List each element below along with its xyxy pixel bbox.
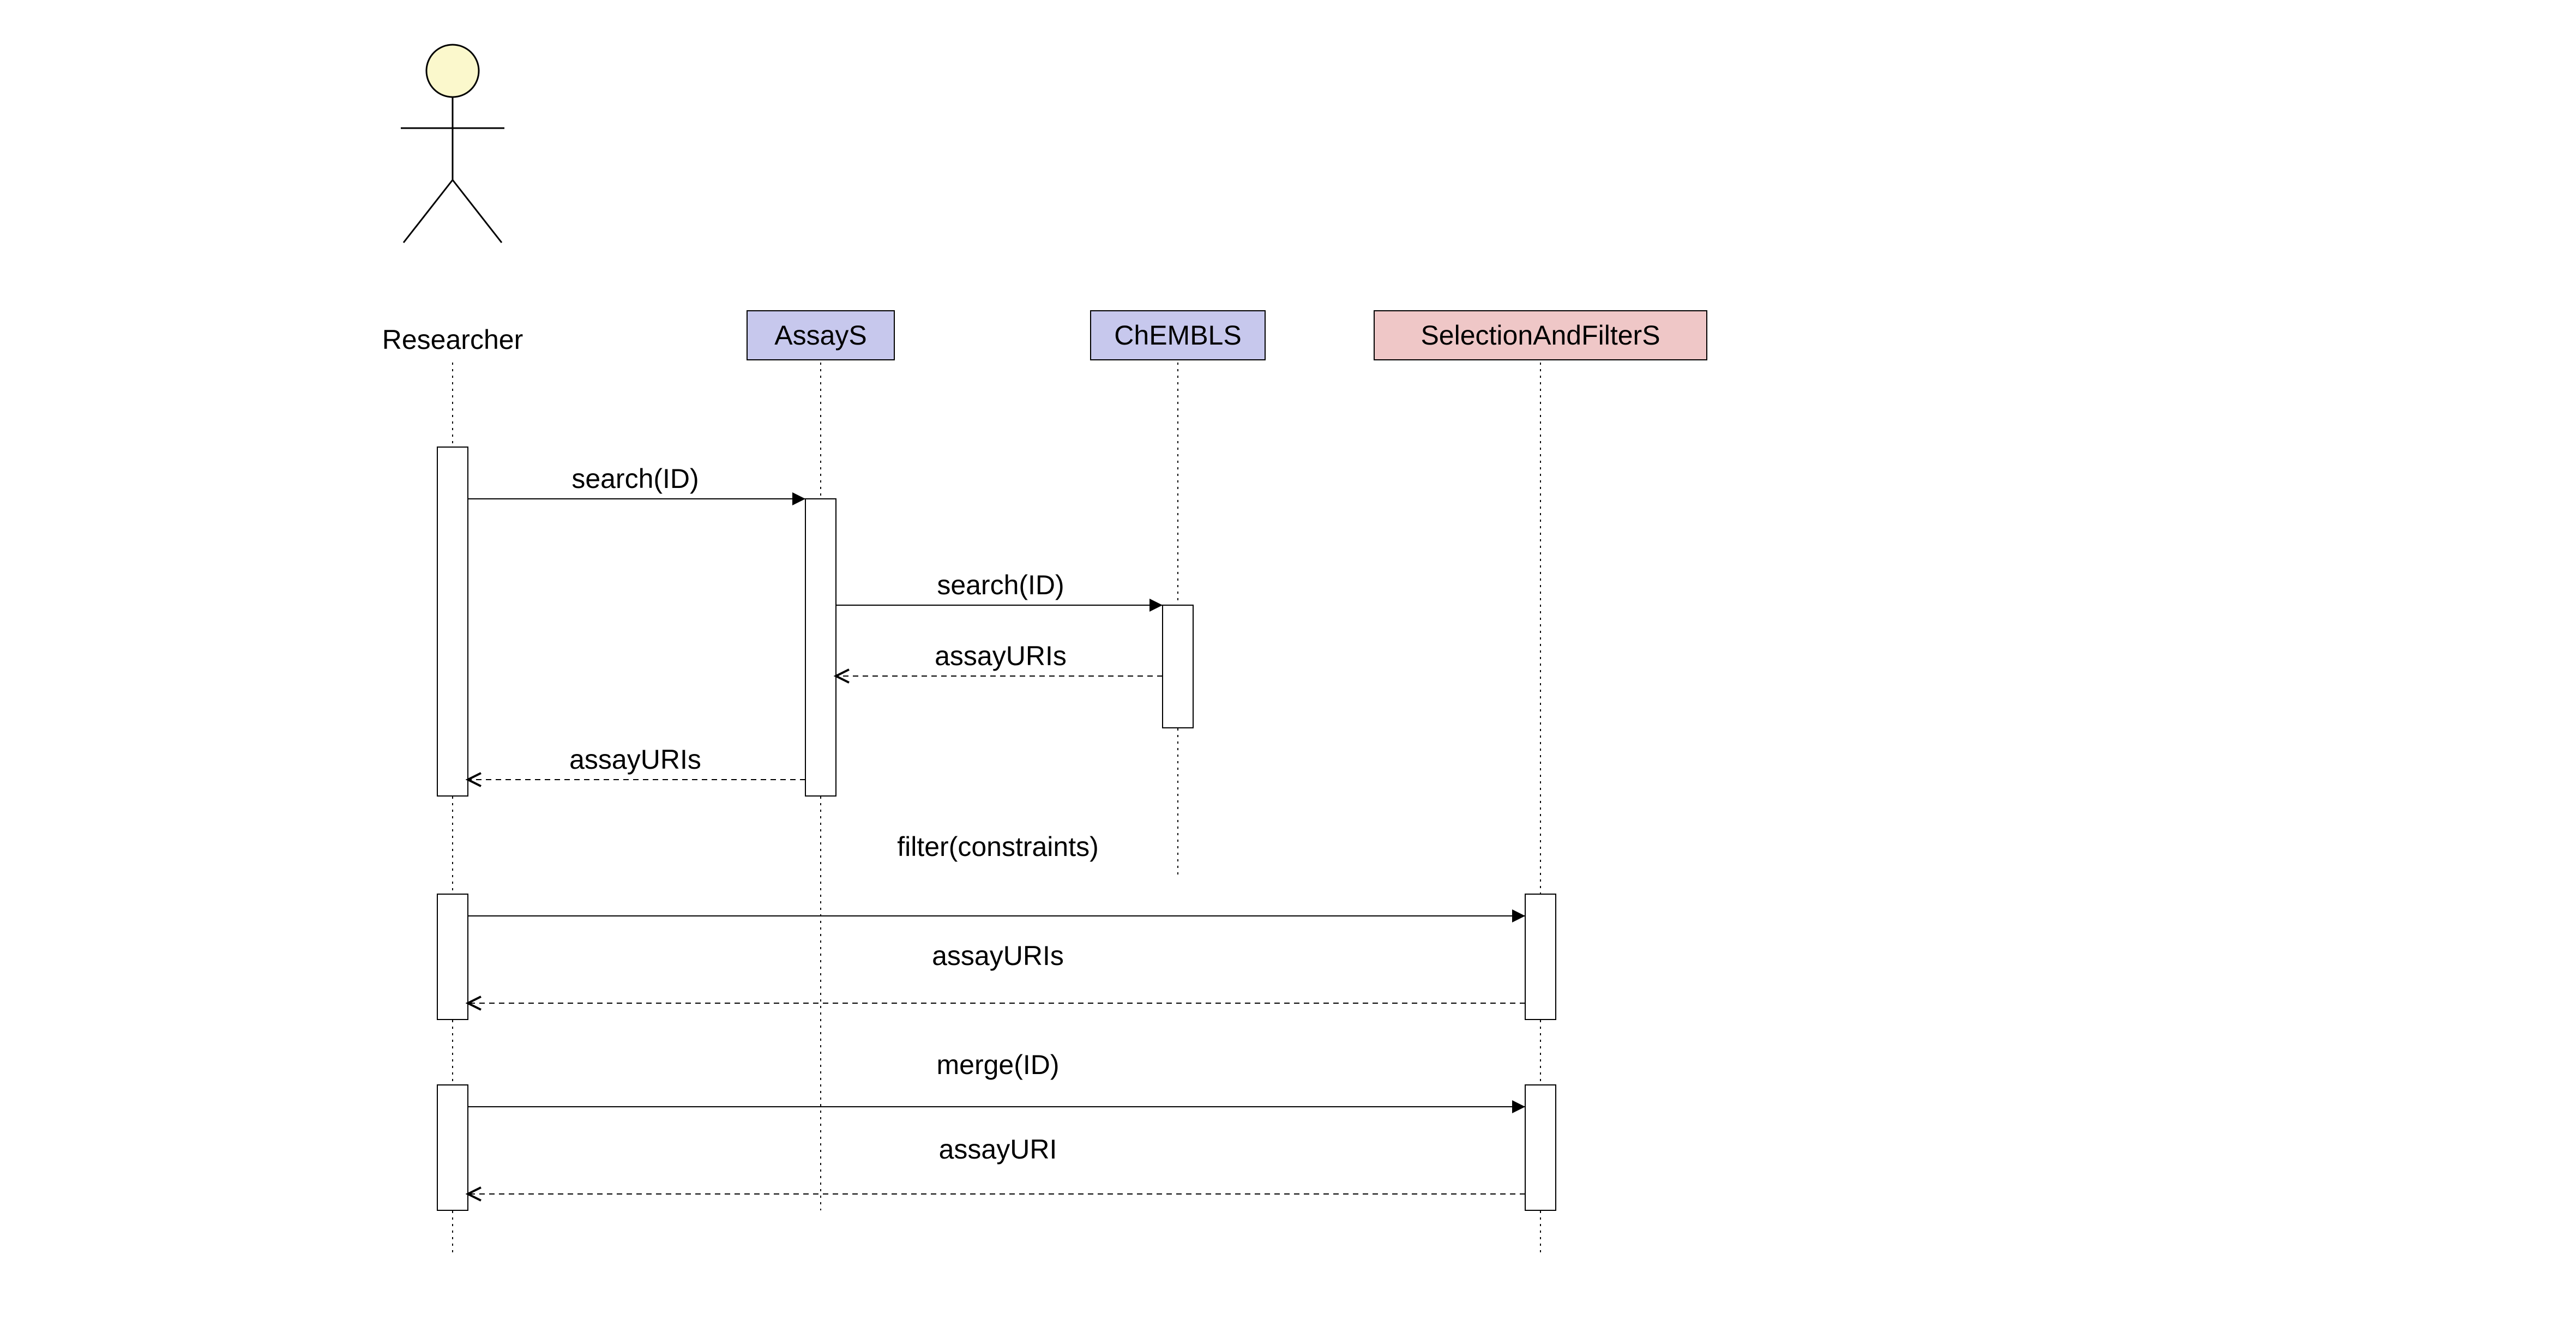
actor-researcher: Researcher: [382, 45, 523, 447]
activation-researcher-1: [437, 447, 468, 796]
message-4-label: filter(constraints): [897, 831, 1099, 862]
participant-assayS-label: AssayS: [774, 320, 867, 351]
activation-chemblS: [1163, 605, 1193, 728]
participant-chemblS-label: ChEMBLS: [1114, 320, 1241, 351]
message-6-label: merge(ID): [936, 1049, 1059, 1080]
participant-selectionAndFilterS-label: SelectionAndFilterS: [1421, 320, 1660, 351]
activation-assayS: [805, 499, 836, 796]
activation-researcher-3: [437, 1085, 468, 1210]
message-3-label: assayURIs: [569, 744, 701, 775]
participant-selectionAndFilterS: SelectionAndFilterS: [1374, 311, 1707, 894]
message-2-label: assayURIs: [935, 641, 1067, 671]
message-1-label: search(ID): [937, 570, 1064, 600]
sequence-diagram: Researcher AssayS ChEMBLS SelectionAndFi…: [0, 0, 2576, 1327]
message-0-label: search(ID): [571, 463, 699, 494]
participant-assayS: AssayS: [747, 311, 894, 499]
message-7-label: assayURI: [939, 1134, 1057, 1165]
activation-selection-1: [1525, 894, 1556, 1020]
activation-researcher-2: [437, 894, 468, 1020]
participant-chemblS: ChEMBLS: [1091, 311, 1265, 605]
actor-researcher-label: Researcher: [382, 324, 523, 355]
message-5-label: assayURIs: [932, 940, 1064, 971]
activation-selection-2: [1525, 1085, 1556, 1210]
